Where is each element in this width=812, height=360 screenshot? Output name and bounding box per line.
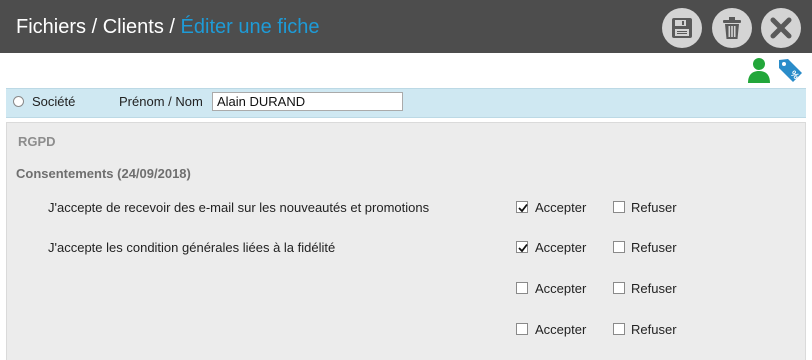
consents-title: Consentements (24/09/2018) <box>16 166 191 181</box>
close-icon <box>770 17 792 39</box>
name-input[interactable]: Alain DURAND <box>212 92 403 111</box>
section-title: RGPD <box>18 134 56 149</box>
page-title: Éditer une fiche <box>180 16 320 38</box>
save-button[interactable] <box>662 8 702 48</box>
breadcrumb-separator: / <box>169 16 175 38</box>
identity-bar: Société Prénom / Nom Alain DURAND <box>6 88 806 118</box>
name-label: Prénom / Nom <box>119 94 203 109</box>
refuse-checkbox[interactable] <box>613 201 625 213</box>
company-radio[interactable] <box>13 96 24 107</box>
refuse-label: Refuser <box>631 281 677 296</box>
accept-label: Accepter <box>535 200 587 215</box>
accept-label: Accepter <box>535 281 587 296</box>
trash-icon <box>723 17 741 39</box>
refuse-checkbox[interactable] <box>613 282 625 294</box>
close-button[interactable] <box>761 8 801 48</box>
consent-text-loyalty: J'accepte les condition générales liées … <box>48 240 336 255</box>
consent-text-newsletter: J'accepte de recevoir des e-mail sur les… <box>48 200 430 215</box>
breadcrumb: Fichiers / Clients / Éditer une fiche <box>16 15 320 39</box>
delete-button[interactable] <box>712 8 752 48</box>
save-icon <box>672 18 692 38</box>
accept-checkbox[interactable] <box>516 201 528 213</box>
company-label: Société <box>32 94 76 109</box>
breadcrumb-separator: / <box>91 16 98 38</box>
checkmark-icon <box>518 243 528 253</box>
checkmark-icon <box>518 203 528 213</box>
refuse-label: Refuser <box>631 200 677 215</box>
breadcrumb-files[interactable]: Fichiers <box>16 16 86 38</box>
refuse-label: Refuser <box>631 322 677 337</box>
accept-checkbox[interactable] <box>516 323 528 335</box>
refuse-checkbox[interactable] <box>613 323 625 335</box>
accept-checkbox[interactable] <box>516 282 528 294</box>
refuse-checkbox[interactable] <box>613 241 625 253</box>
price-tag-icon[interactable]: % <box>776 56 804 84</box>
header-bar: Fichiers / Clients / Éditer une fiche <box>0 0 812 53</box>
refuse-label: Refuser <box>631 240 677 255</box>
rgpd-panel: RGPD Consentements (24/09/2018) J'accept… <box>6 122 806 360</box>
accept-label: Accepter <box>535 240 587 255</box>
accept-checkbox[interactable] <box>516 241 528 253</box>
user-icon[interactable] <box>747 57 771 83</box>
breadcrumb-clients[interactable]: Clients <box>103 16 164 38</box>
accept-label: Accepter <box>535 322 587 337</box>
